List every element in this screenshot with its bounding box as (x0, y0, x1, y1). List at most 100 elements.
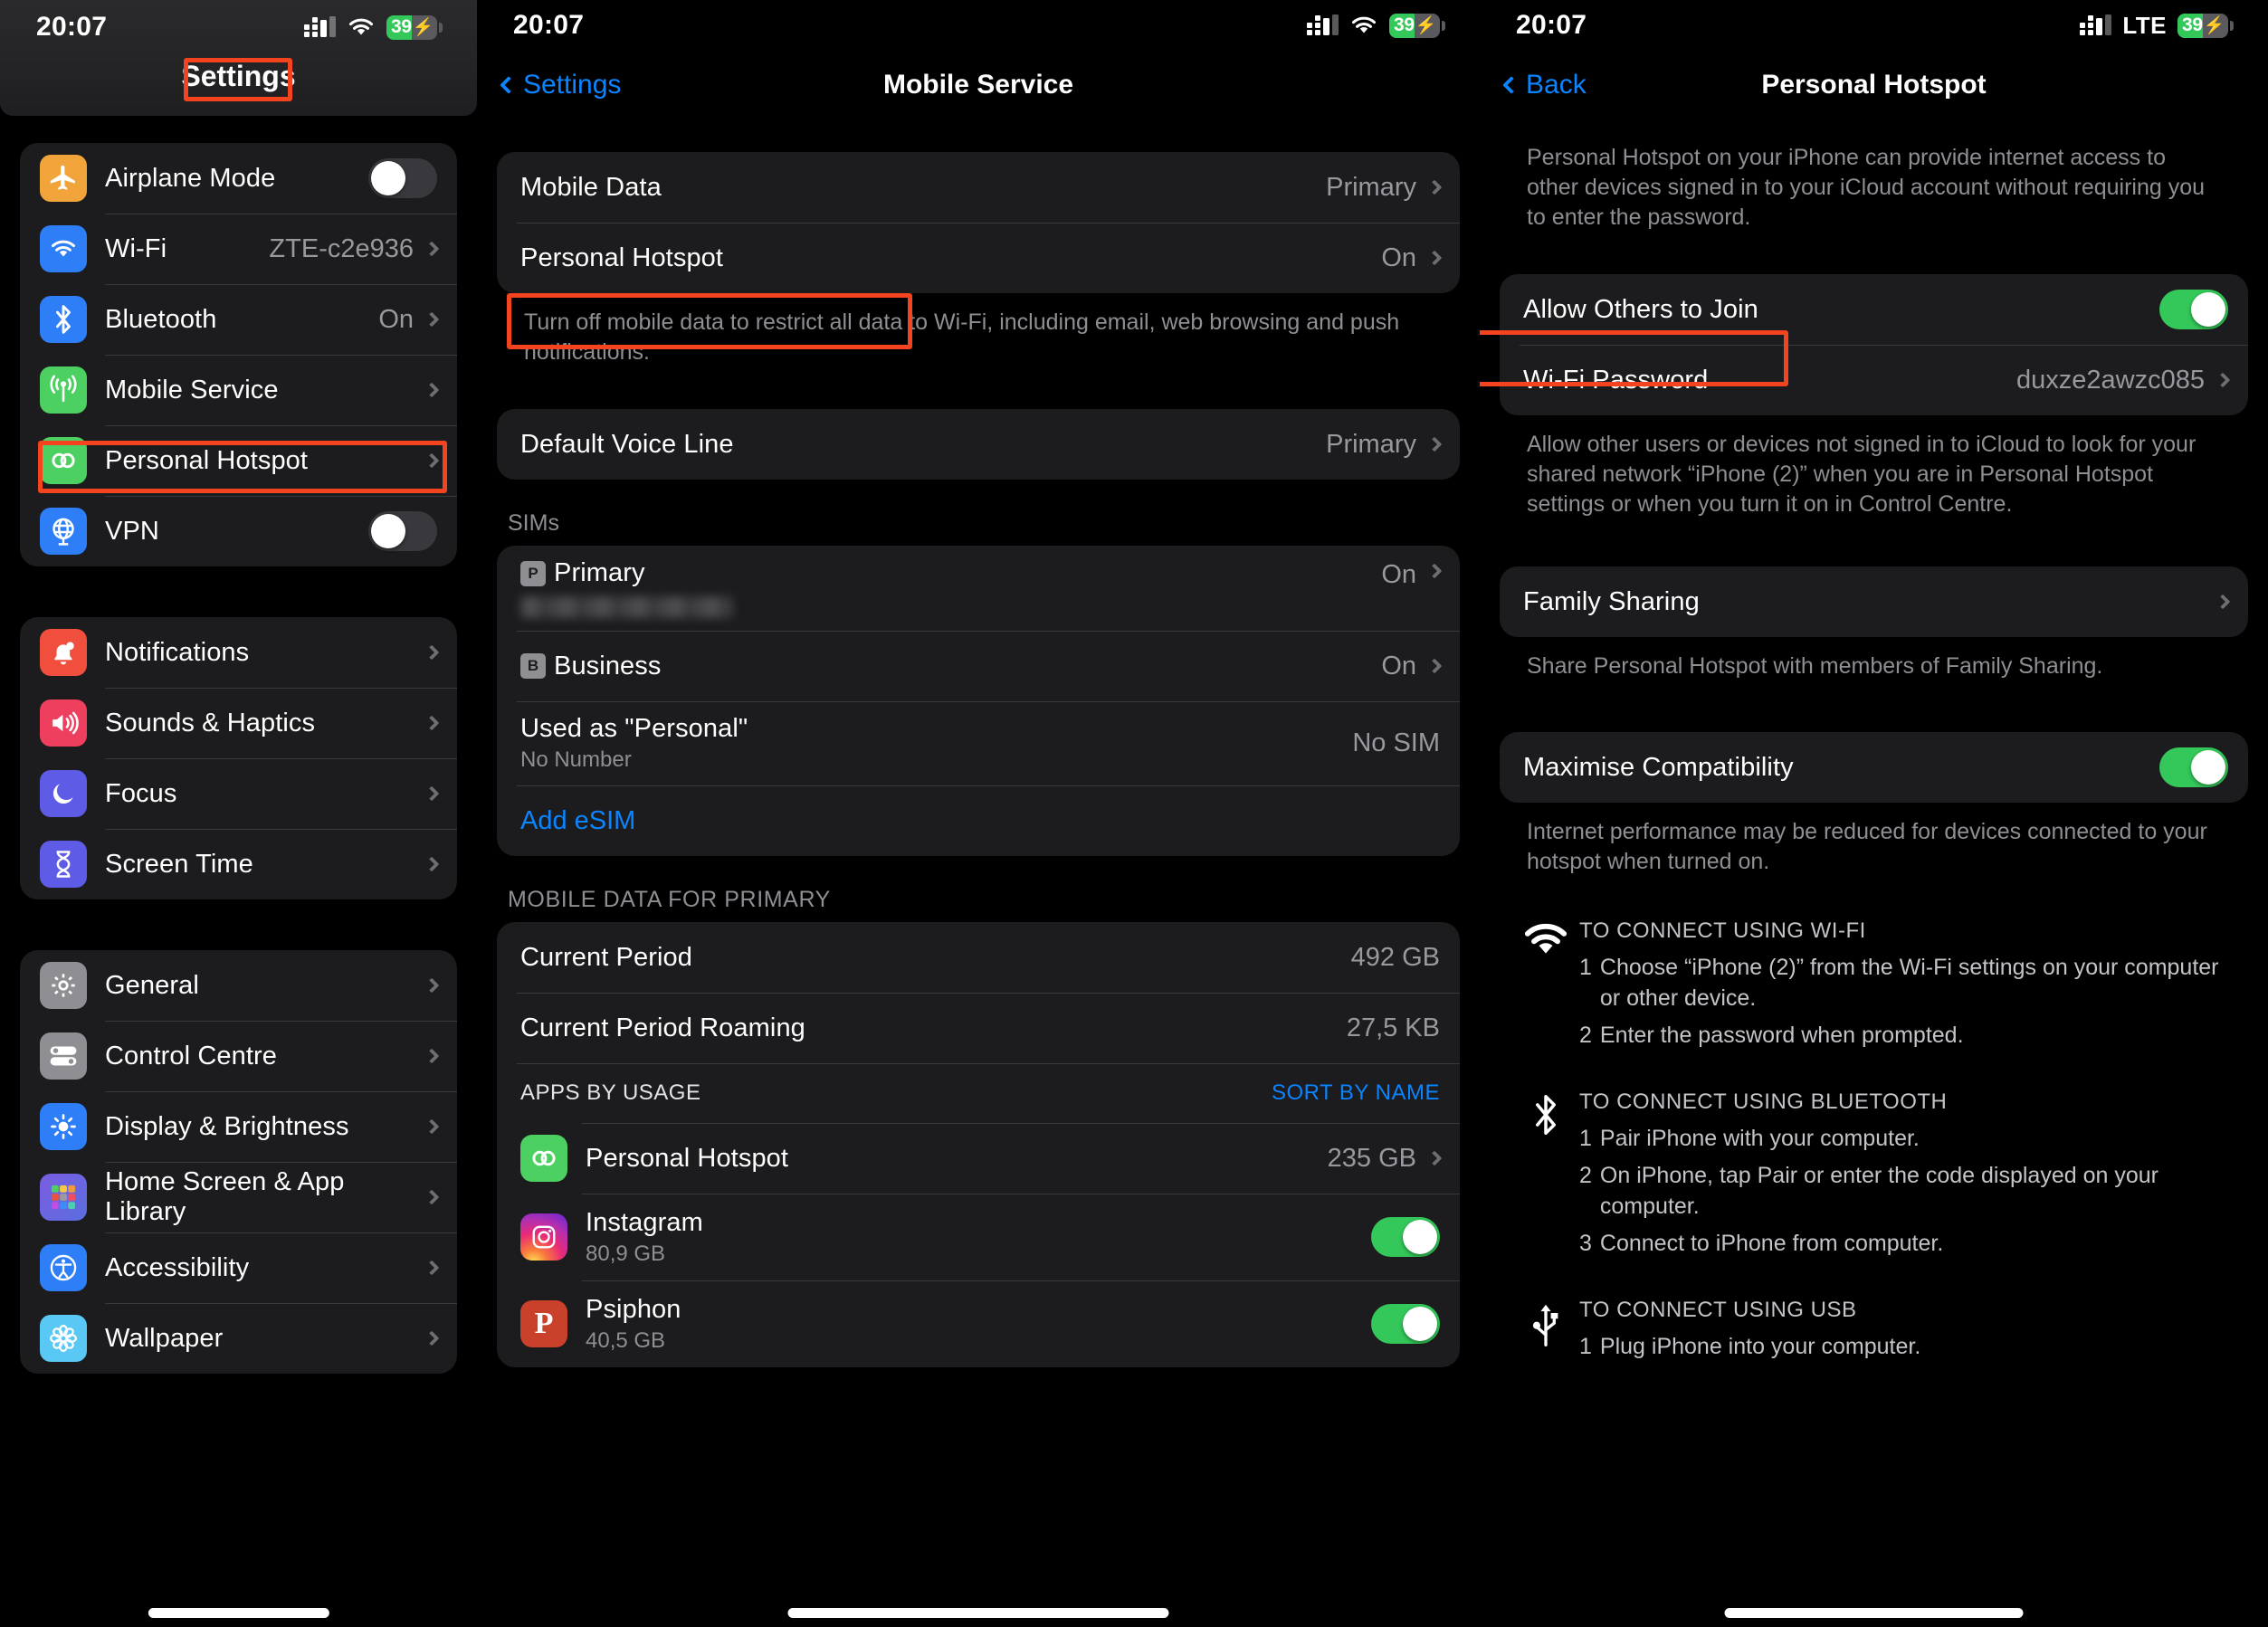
mobile-data-section-header: MOBILE DATA FOR PRIMARY (508, 887, 831, 912)
footnote-mobile-data: Turn off mobile data to restrict all dat… (524, 309, 1400, 365)
row-sim-used-as-personal[interactable]: Used as "Personal" No Number No SIM (497, 701, 1460, 785)
row-sublabel: 40,5 GB (586, 1327, 666, 1353)
sidebar-item-wifi[interactable]: Wi-Fi ZTE-c2e936 (20, 214, 457, 284)
row-maximise-compatibility[interactable]: Maximise Compatibility (1500, 732, 2248, 803)
sidebar-item-bluetooth[interactable]: Bluetooth On (20, 284, 457, 355)
sidebar-item-general[interactable]: General (20, 950, 457, 1021)
wifi-icon (1351, 16, 1377, 33)
app-grid-icon (40, 1174, 87, 1221)
hourglass-icon (40, 841, 87, 888)
vpn-toggle[interactable] (368, 511, 437, 551)
row-app-instagram[interactable]: Instagram 80,9 GB (497, 1194, 1460, 1280)
row-family-sharing[interactable]: Family Sharing (1500, 566, 2248, 637)
row-label: Wi-Fi Password (1523, 365, 1709, 395)
sidebar-item-home-screen-app-library[interactable]: Home Screen & App Library (20, 1162, 457, 1232)
step-text: Connect to iPhone from computer. (1599, 1231, 1944, 1256)
sidebar-item-accessibility[interactable]: Accessibility (20, 1232, 457, 1303)
step-number: 2 (1579, 1163, 1592, 1188)
step-number: 1 (1579, 955, 1592, 980)
row-sim-primary[interactable]: P Primary On (497, 546, 1460, 631)
row-sim-business[interactable]: B Business On (497, 631, 1460, 701)
back-label: Settings (523, 70, 622, 100)
row-current-period-roaming: Current Period Roaming 27,5 KB (497, 993, 1460, 1063)
status-time: 20:07 (1516, 10, 1587, 40)
settings-header-bar: 20:07 39 ⚡ Settings (0, 0, 477, 116)
screen-personal-hotspot: 20:07 LTE 39 ⚡ Back Personal Hotspot Per… (1480, 0, 2268, 1627)
sidebar-item-control-centre[interactable]: Control Centre (20, 1021, 457, 1091)
instagram-data-toggle[interactable] (1371, 1217, 1440, 1257)
settings-group-system: General Control Centre Display & Brightn… (20, 950, 457, 1374)
sort-by-name-button[interactable]: SORT BY NAME (1272, 1080, 1440, 1106)
row-label: Mobile Data (520, 172, 662, 202)
personal-hotspot-list: Personal Hotspot on your iPhone can prov… (1480, 119, 2268, 1369)
row-label: Home Screen & App Library (105, 1167, 345, 1226)
row-label: Family Sharing (1523, 586, 1700, 616)
battery-percent: 39 (1394, 14, 1415, 35)
chevron-right-icon (2215, 594, 2231, 610)
chevron-left-icon (1502, 76, 1520, 94)
sidebar-item-focus[interactable]: Focus (20, 758, 457, 829)
row-label: Personal Hotspot (520, 243, 724, 272)
chevron-right-icon (2215, 372, 2231, 388)
row-label: Sounds & Haptics (105, 708, 316, 737)
airplane-mode-toggle[interactable] (368, 158, 437, 198)
airplane-icon (40, 155, 87, 202)
row-personal-hotspot[interactable]: Personal Hotspot On (497, 223, 1460, 293)
chevron-right-icon (1426, 436, 1443, 452)
wifi-icon (40, 225, 87, 272)
row-add-esim[interactable]: Add eSIM (497, 785, 1460, 856)
chevron-right-icon (1426, 563, 1443, 579)
instruction-title: TO CONNECT USING BLUETOOTH (1579, 1089, 1948, 1114)
row-value: On (1381, 651, 1416, 680)
step-number: 1 (1579, 1125, 1592, 1151)
row-label: Business (554, 651, 662, 680)
row-app-personal-hotspot[interactable]: Personal Hotspot 235 GB (497, 1123, 1460, 1194)
maximise-compatibility-toggle[interactable] (2159, 747, 2228, 787)
row-label: General (105, 970, 199, 1000)
row-value: Primary (1326, 429, 1416, 459)
sidebar-item-wallpaper[interactable]: Wallpaper (20, 1303, 457, 1374)
sidebar-item-mobile-service[interactable]: Mobile Service (20, 355, 457, 425)
sidebar-item-personal-hotspot[interactable]: Personal Hotspot (20, 425, 457, 496)
nav-bar: Back Personal Hotspot (1480, 51, 2268, 119)
row-mobile-data[interactable]: Mobile Data Primary (497, 152, 1460, 223)
intro-text: Personal Hotspot on your iPhone can prov… (1527, 145, 2206, 230)
sidebar-item-airplane-mode[interactable]: Airplane Mode (20, 143, 457, 214)
sidebar-item-screen-time[interactable]: Screen Time (20, 829, 457, 899)
instruction-step: 1 Plug iPhone into your computer. (1579, 1332, 2241, 1363)
instruction-title: TO CONNECT USING WI-FI (1579, 918, 1866, 943)
sidebar-item-display-brightness[interactable]: Display & Brightness (20, 1091, 457, 1162)
status-time: 20:07 (513, 10, 585, 40)
instruction-step: 2 Enter the password when prompted. (1579, 1021, 2241, 1051)
row-value: 235 GB (1327, 1143, 1416, 1173)
allow-others-to-join-toggle[interactable] (2159, 290, 2228, 329)
row-wifi-password[interactable]: Wi-Fi Password duxze2awzc085 (1500, 345, 2248, 415)
step-text: On iPhone, tap Pair or enter the code di… (1599, 1163, 2158, 1219)
row-label: Allow Others to Join (1523, 294, 1758, 324)
sidebar-item-notifications[interactable]: Notifications (20, 617, 457, 688)
group-hotspot-access: Allow Others to Join Wi-Fi Password duxz… (1500, 274, 2248, 415)
sidebar-item-vpn[interactable]: VPN (20, 496, 457, 566)
mobile-service-list: Mobile Data Primary Personal Hotspot On … (477, 119, 1480, 1367)
row-value: duxze2awzc085 (2016, 365, 2205, 395)
psiphon-data-toggle[interactable] (1371, 1304, 1440, 1344)
back-button[interactable]: Settings (500, 70, 622, 100)
home-indicator (787, 1608, 1169, 1618)
row-sublabel: No Number (520, 747, 632, 772)
row-apps-by-usage-header: APPS BY USAGE SORT BY NAME (497, 1063, 1460, 1123)
row-default-voice-line[interactable]: Default Voice Line Primary (497, 409, 1460, 480)
row-label: Instagram (586, 1207, 703, 1237)
status-bar: 20:07 39 ⚡ (477, 0, 1480, 51)
group-sims: P Primary On B Business On Used as "Pers… (497, 546, 1460, 856)
row-label: Current Period Roaming (520, 1013, 805, 1042)
row-value: On (1381, 243, 1416, 272)
row-label: Maximise Compatibility (1523, 752, 1794, 782)
sidebar-item-sounds-haptics[interactable]: Sounds & Haptics (20, 688, 457, 758)
row-sublabel: 80,9 GB (586, 1241, 666, 1266)
battery-indicator: 39 ⚡ (1389, 13, 1445, 38)
row-app-psiphon[interactable]: P Psiphon 40,5 GB (497, 1280, 1460, 1367)
row-allow-others-to-join[interactable]: Allow Others to Join (1500, 274, 2248, 345)
row-label: Personal Hotspot (586, 1143, 789, 1173)
back-button[interactable]: Back (1502, 70, 1587, 100)
row-value: On (1381, 560, 1416, 589)
